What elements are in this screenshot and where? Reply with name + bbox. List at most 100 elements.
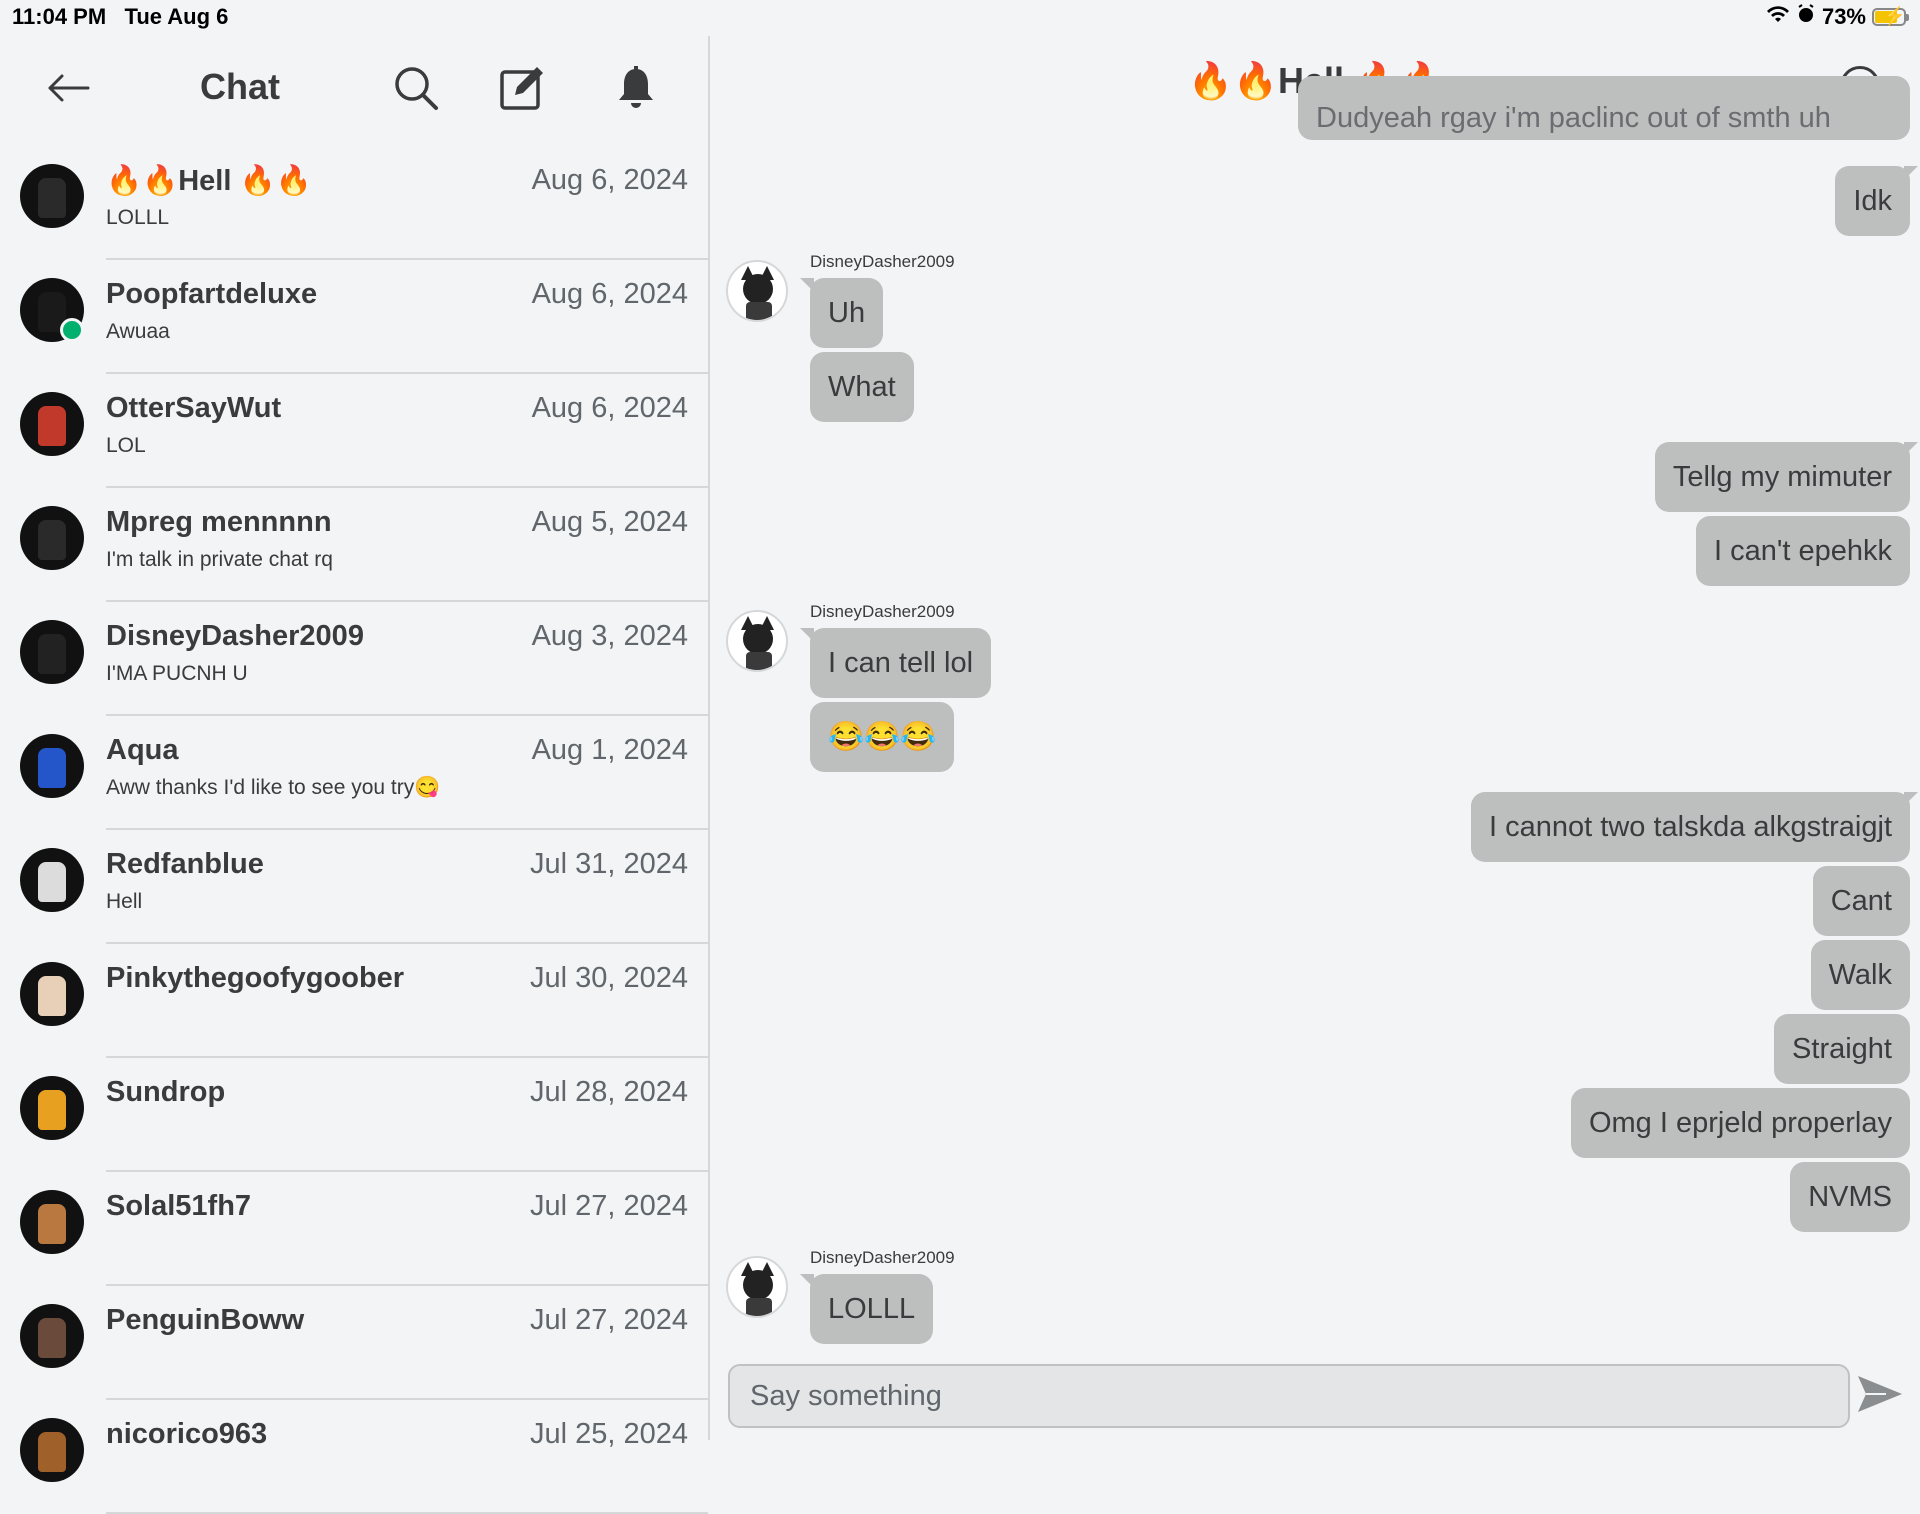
outgoing-message-bubble[interactable]: I can't epehkk — [1695, 516, 1910, 586]
sender-name: DisneyDasher2009 — [810, 602, 955, 621]
chat-list-item[interactable]: DisneyDasher2009 I'MA PUCNH U Aug 3, 2024 — [0, 602, 708, 716]
chat-list-pane: Chat 🔥🔥Hell 🔥🔥 LOLLL Aug 6, 2024 Poopfartde… — [0, 36, 710, 1514]
status-clock: 11:04 PM — [12, 4, 107, 29]
avatar — [20, 164, 84, 228]
avatar-body — [746, 302, 772, 320]
chat-preview: Aww thanks I'd like to see you try😋 — [106, 776, 441, 799]
chat-list-item[interactable]: Aqua Aww thanks I'd like to see you try😋 A… — [0, 716, 708, 830]
outgoing-message-bubble[interactable]: Straight — [1774, 1014, 1910, 1084]
outgoing-message-bubble[interactable]: Idk — [1835, 166, 1918, 236]
outgoing-message-bubble[interactable]: I cannot two talskda alkgstraigjt — [1471, 792, 1918, 862]
chat-list-header: Chat — [0, 36, 708, 136]
bell-icon — [619, 66, 653, 108]
sender-name: DisneyDasher2009 — [810, 252, 955, 271]
chat-preview: I'm talk in private chat rq — [106, 548, 333, 571]
avatar — [20, 962, 84, 1026]
alarm-icon — [1796, 4, 1816, 30]
chat-preview: I'MA PUCNH U — [106, 662, 248, 685]
status-bar: 11:04 PM Tue Aug 6 73% ⚡ — [0, 0, 1920, 36]
chat-list-item[interactable]: Redfanblue Hell Jul 31, 2024 — [0, 830, 708, 944]
chat-preview: LOLLL — [106, 206, 170, 229]
status-time: 11:04 PM Tue Aug 6 — [12, 4, 228, 30]
avatar — [20, 506, 84, 570]
notifications-button[interactable] — [608, 60, 664, 116]
chat-list-item[interactable]: Pinkythegoofygoober Jul 30, 2024 — [0, 944, 708, 1058]
chat-date: Aug 6, 2024 — [531, 278, 688, 310]
avatar — [20, 392, 84, 456]
send-icon — [1858, 1376, 1902, 1412]
incoming-message-bubble[interactable]: Uh — [799, 278, 884, 348]
avatar — [20, 848, 84, 912]
send-button[interactable] — [1852, 1366, 1908, 1422]
outgoing-message-bubble[interactable]: NVMS — [1790, 1162, 1910, 1232]
incoming-message-bubble[interactable]: I can tell lol — [799, 628, 992, 698]
chat-list-item[interactable]: 🔥🔥Hell 🔥🔥 LOLLL Aug 6, 2024 — [0, 146, 708, 260]
page-title: Chat — [200, 66, 280, 107]
back-button[interactable] — [40, 60, 96, 116]
avatar — [20, 1418, 84, 1482]
chat-list: 🔥🔥Hell 🔥🔥 LOLLL Aug 6, 2024 Poopfartdeluxe A… — [0, 146, 708, 1514]
avatar-head — [743, 624, 773, 654]
outgoing-message-bubble[interactable]: Tellg my mimuter — [1654, 442, 1919, 512]
avatar-figure — [38, 1090, 66, 1130]
avatar-body — [746, 652, 772, 670]
incoming-message-bubble[interactable]: 😂😂😂 — [810, 702, 955, 772]
chat-list-item[interactable]: Sundrop Jul 28, 2024 — [0, 1058, 708, 1172]
avatar-figure — [38, 1318, 66, 1358]
chat-preview: Hell — [106, 890, 143, 913]
sender-avatar[interactable] — [726, 610, 788, 672]
avatar — [20, 1076, 84, 1140]
outgoing-message-bubble[interactable]: Cant — [1812, 866, 1910, 936]
avatar — [20, 734, 84, 798]
chat-name: Redfanblue — [106, 848, 264, 880]
avatar — [20, 620, 84, 684]
chat-date: Aug 6, 2024 — [531, 392, 688, 424]
status-date: Tue Aug 6 — [124, 4, 229, 29]
chat-preview: LOL — [106, 434, 146, 457]
sender-avatar[interactable] — [726, 260, 788, 322]
chat-name: Sundrop — [106, 1076, 226, 1108]
avatar-figure — [38, 520, 66, 560]
incoming-message-bubble[interactable]: What — [810, 352, 914, 422]
chat-list-item[interactable]: nicorico963 Jul 25, 2024 — [0, 1400, 708, 1514]
chat-list-item[interactable]: OtterSayWut LOL Aug 6, 2024 — [0, 374, 708, 488]
chat-name: Aqua — [106, 734, 179, 766]
chat-name: Poopfartdeluxe — [106, 278, 318, 310]
chat-list-item[interactable]: Mpreg mennnnn I'm talk in private chat rq… — [0, 488, 708, 602]
chat-date: Aug 6, 2024 — [531, 164, 688, 196]
chat-list-item[interactable]: Poopfartdeluxe Awuaa Aug 6, 2024 — [0, 260, 708, 374]
compose-icon — [500, 67, 543, 110]
chat-name: Mpreg mennnnn — [106, 506, 332, 538]
sender-avatar[interactable] — [726, 1256, 788, 1318]
avatar-head — [743, 1270, 773, 1300]
chat-list-item[interactable]: Solal51fh7 Jul 27, 2024 — [0, 1172, 708, 1286]
chat-date: Aug 5, 2024 — [531, 506, 688, 538]
chat-date: Aug 3, 2024 — [531, 620, 688, 652]
avatar-figure — [38, 862, 66, 902]
chat-name: Solal51fh7 — [106, 1190, 252, 1222]
message-composer — [728, 1364, 1850, 1428]
chat-date: Jul 28, 2024 — [529, 1076, 688, 1108]
battery-icon: ⚡ — [1872, 6, 1909, 26]
avatar-head — [743, 274, 773, 304]
outgoing-message-bubble[interactable]: Walk — [1810, 940, 1910, 1010]
chat-preview: Awuaa — [106, 320, 170, 343]
status-right: 73% ⚡ — [1766, 4, 1909, 30]
compose-button[interactable] — [494, 60, 550, 116]
chat-name: DisneyDasher2009 — [106, 620, 364, 652]
chat-name: 🔥🔥Hell 🔥🔥 — [106, 165, 312, 197]
chat-list-item[interactable]: PenguinBoww Jul 27, 2024 — [0, 1286, 708, 1400]
search-button[interactable] — [388, 60, 444, 116]
avatar-figure — [38, 748, 66, 788]
chat-name: Pinkythegoofygoober — [106, 962, 405, 994]
conversation-pane: 🔥🔥Hell 🔥🔥 Dudyeah rgay i'm paclinc out o… — [712, 36, 1920, 1440]
chat-name: nicorico963 — [106, 1418, 268, 1450]
avatar-figure — [38, 1204, 66, 1244]
chat-date: Jul 30, 2024 — [529, 962, 688, 994]
outgoing-message-bubble[interactable]: Omg I eprjeld properlay — [1570, 1088, 1910, 1158]
avatar-figure — [38, 406, 66, 446]
message-input[interactable] — [730, 1366, 1848, 1426]
chat-name: PenguinBoww — [106, 1304, 305, 1336]
avatar-figure — [38, 178, 66, 218]
incoming-message-bubble[interactable]: LOLLL — [799, 1274, 934, 1344]
